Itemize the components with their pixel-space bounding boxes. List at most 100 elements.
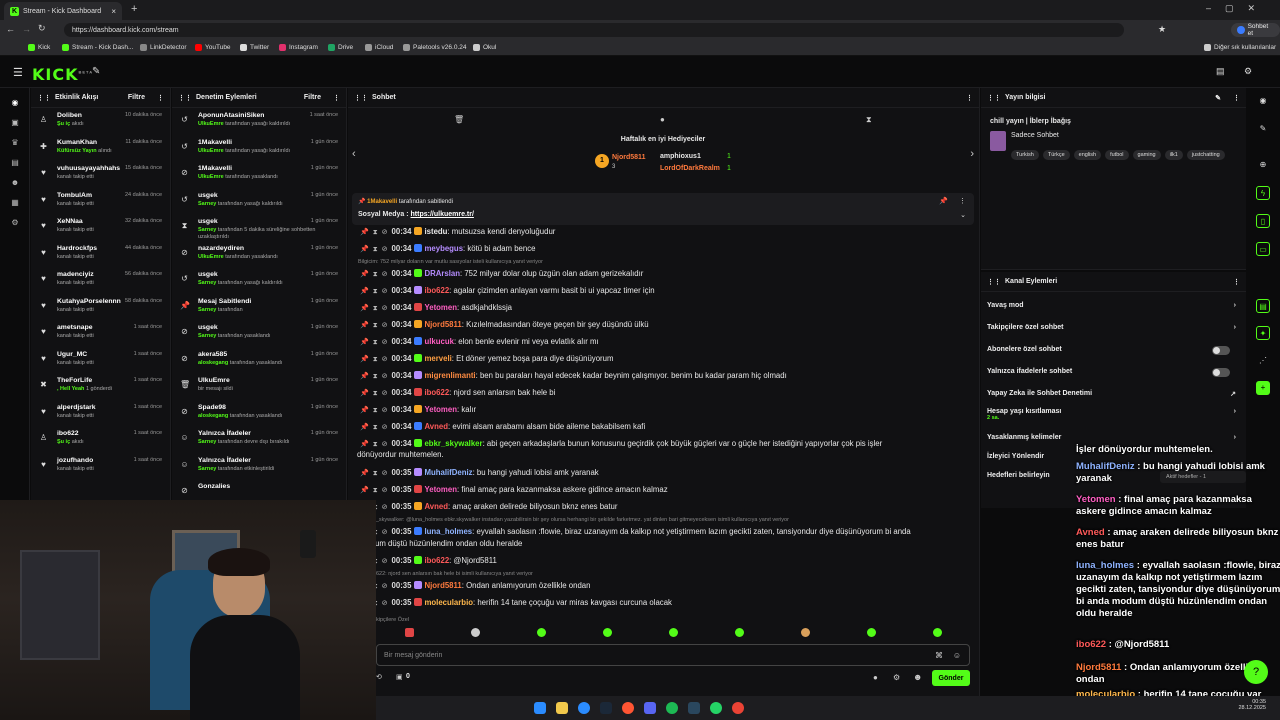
chat-message[interactable]: 📌 ⧗ ⊘ 00:34 DRArslan: 752 milyar dolar olup …: [360, 269, 970, 279]
ban-icon[interactable]: ⊘: [382, 441, 388, 448]
message-username[interactable]: luna_holmes: [424, 527, 472, 536]
activity-filter-button[interactable]: Filtre: [128, 94, 145, 101]
share-icon[interactable]: ⋰: [1256, 354, 1270, 368]
reload-icon[interactable]: ↻: [38, 23, 46, 34]
activity-item[interactable]: ♥ XeNNaa kanalı takip etti 32 dakika önce: [31, 214, 170, 241]
pinned-more-icon[interactable]: ⋮: [959, 197, 966, 205]
ban-icon[interactable]: ⊘: [382, 529, 388, 536]
message-username[interactable]: istedu: [424, 227, 447, 236]
chat-bubble-icon[interactable]: ●: [660, 115, 665, 124]
toggle-switch[interactable]: [1212, 346, 1230, 355]
chat-icon[interactable]: ▤: [10, 158, 20, 168]
ban-icon[interactable]: ⊘: [382, 246, 388, 253]
message-username[interactable]: ibo622: [424, 388, 449, 397]
pin-message-icon[interactable]: 📌: [360, 373, 369, 380]
chat-message[interactable]: 📌 ⧗ ⊘ 00:34 migrenlimanti: ben bu paraları h…: [360, 371, 970, 381]
start-icon[interactable]: [534, 702, 546, 714]
pin-message-icon[interactable]: 📌: [360, 322, 369, 329]
activity-item[interactable]: ♥ vuhuusayayahhahs kanalı takip etti 15 dak…: [31, 161, 170, 188]
wallet-icon[interactable]: ▦: [10, 198, 20, 208]
message-username[interactable]: molecularbio: [424, 598, 473, 607]
close-tab-icon[interactable]: ×: [111, 7, 116, 16]
menu-icon[interactable]: ☰: [13, 66, 23, 79]
bookmark-drive[interactable]: Drive: [328, 44, 353, 51]
channel-action-row[interactable]: Abonelere özel sohbet: [987, 346, 1236, 355]
timeout-icon[interactable]: ⧗: [373, 339, 378, 346]
dashboard-icon[interactable]: ▣: [10, 118, 20, 128]
drag-handle-icon[interactable]: ⋮⋮: [37, 94, 51, 102]
ban-icon[interactable]: ⊘: [382, 339, 388, 346]
timeout-icon[interactable]: ⧗: [373, 407, 378, 414]
expand-icon[interactable]: ⌄: [960, 211, 966, 219]
chat-message[interactable]: 📌⧗⊘00:35ibo622: @Njord5811: [360, 556, 970, 566]
moderation-target[interactable]: usgek: [198, 271, 218, 278]
pin-message-icon[interactable]: 📌: [360, 424, 369, 431]
moderator-name[interactable]: Sarney: [198, 333, 216, 339]
message-username[interactable]: merveli: [424, 354, 451, 363]
moderation-item[interactable]: ↺ usgek Sarney tarafından yasağı kaldırıld…: [172, 188, 346, 215]
message-username[interactable]: Avned: [424, 502, 448, 511]
more-icon[interactable]: ⋮: [1233, 278, 1240, 286]
activity-user[interactable]: madenciyiz: [57, 271, 94, 278]
ban-icon[interactable]: ⊘: [382, 558, 388, 565]
activity-user[interactable]: jozufhando: [57, 457, 93, 464]
moderator-name[interactable]: Sarney: [198, 280, 216, 286]
more-icon[interactable]: ⋮: [333, 94, 340, 102]
pin-message-icon[interactable]: 📌: [360, 390, 369, 397]
window-controls[interactable]: –▢✕: [1206, 3, 1269, 14]
chat-message[interactable]: 📌 ⧗ ⊘ 00:34 Njord5811: Kızılelmadasından öte…: [360, 320, 970, 330]
timeout-icon[interactable]: ⧗: [373, 356, 378, 363]
steam-icon[interactable]: [600, 702, 612, 714]
moderator-name[interactable]: Sarney: [198, 227, 216, 233]
chat-message[interactable]: 📌 ⧗ ⊘ 00:34 ibo622: agalar çizimden anlayan …: [360, 286, 970, 296]
chat-message[interactable]: 📌 ⧗ ⊘ 00:34 istedu: mutsuzsa kendi denyoluğu…: [360, 227, 970, 237]
ban-icon[interactable]: ⊘: [382, 470, 388, 477]
moderation-target[interactable]: usgek: [198, 218, 218, 225]
timeout-icon[interactable]: ⧗: [373, 288, 378, 295]
activity-user[interactable]: KutahyaPorselennn: [57, 298, 121, 305]
message-username[interactable]: ulkucuk: [424, 337, 453, 346]
moderation-target[interactable]: usgek: [198, 192, 218, 199]
timeout-icon[interactable]: ⧗: [373, 271, 378, 278]
chat-message[interactable]: 📌 ⧗ ⊘ 00:34 Yetomen: asdkjahdklssja: [360, 303, 970, 313]
chat-message[interactable]: 📌 ⧗ ⊘ 00:34 meybegus: kötü bi adam bence: [360, 244, 970, 254]
edit-icon[interactable]: ✎: [1215, 94, 1221, 102]
activity-user[interactable]: Doliben: [57, 112, 82, 119]
chat-message[interactable]: 📌 ⧗ ⊘ 00:34 merveli: Et döner yemez boşa par…: [360, 354, 970, 364]
moderator-name[interactable]: UlkuEmre: [198, 121, 224, 127]
moderation-target[interactable]: Yalnızca İfadeler: [198, 457, 251, 464]
command-icon[interactable]: ⌘: [935, 651, 943, 660]
settings-icon[interactable]: ⚙: [1244, 66, 1252, 77]
channel-action-row[interactable]: Hesap yaşı kısıtlaması 2 sa. ›: [987, 408, 1236, 421]
profile-button[interactable]: Sohbet et: [1231, 23, 1280, 37]
message-icon[interactable]: ▭: [1256, 242, 1270, 256]
trophy-icon[interactable]: ♛: [10, 138, 20, 148]
clip-icon[interactable]: ▯: [1256, 214, 1270, 228]
more-icon[interactable]: ⋮: [157, 94, 164, 102]
chat-message[interactable]: 📌 ⧗ ⊘ 00:34 ibo622: njord sen anlarsın bak h…: [360, 388, 970, 398]
moderation-item[interactable]: 🗑 UlkuEmre bir mesajı sildi 1 gün önce: [172, 373, 346, 400]
ban-icon[interactable]: ⊘: [382, 322, 388, 329]
activity-user[interactable]: Hardrockfps: [57, 245, 97, 252]
moderation-item[interactable]: ⊘ nazardeydiren UlkuEmre tarafından yasakl…: [172, 241, 346, 268]
timeout-icon[interactable]: ⧗: [373, 470, 378, 477]
discord-icon[interactable]: [644, 702, 656, 714]
gear-icon[interactable]: ⚙: [10, 218, 20, 228]
chat-message[interactable]: 📌⧗⊘00:35luna_holmes: eyvallah saolasın :…: [360, 527, 970, 537]
lightning-icon[interactable]: ϟ: [1256, 186, 1270, 200]
timeout-icon[interactable]: ⧗: [373, 487, 378, 494]
message-username[interactable]: ibo622: [424, 556, 449, 565]
activity-user[interactable]: Ugur_MC: [57, 351, 87, 358]
bookmark-kick-dashboard[interactable]: Stream - Kick Dash...: [62, 44, 133, 51]
app-icon[interactable]: [688, 702, 700, 714]
moderator-name[interactable]: Sarney: [198, 307, 216, 313]
layout-icon[interactable]: ▤: [1216, 66, 1225, 77]
moderation-target[interactable]: UlkuEmre: [198, 377, 230, 384]
pin-message-icon[interactable]: 📌: [360, 441, 369, 448]
message-username[interactable]: meybegus: [424, 244, 463, 253]
message-username[interactable]: ebkr_skywalker: [424, 439, 482, 448]
chat-message[interactable]: 📌 ⧗ ⊘ 00:34 ulkucuk: elon benle evlenir mi v…: [360, 337, 970, 347]
ban-icon[interactable]: ⊘: [382, 390, 388, 397]
unpin-icon[interactable]: 📌: [939, 197, 948, 205]
activity-item[interactable]: ✚ KumanKhan Küfürsüz Yayın alındı 11 dakika…: [31, 135, 170, 162]
